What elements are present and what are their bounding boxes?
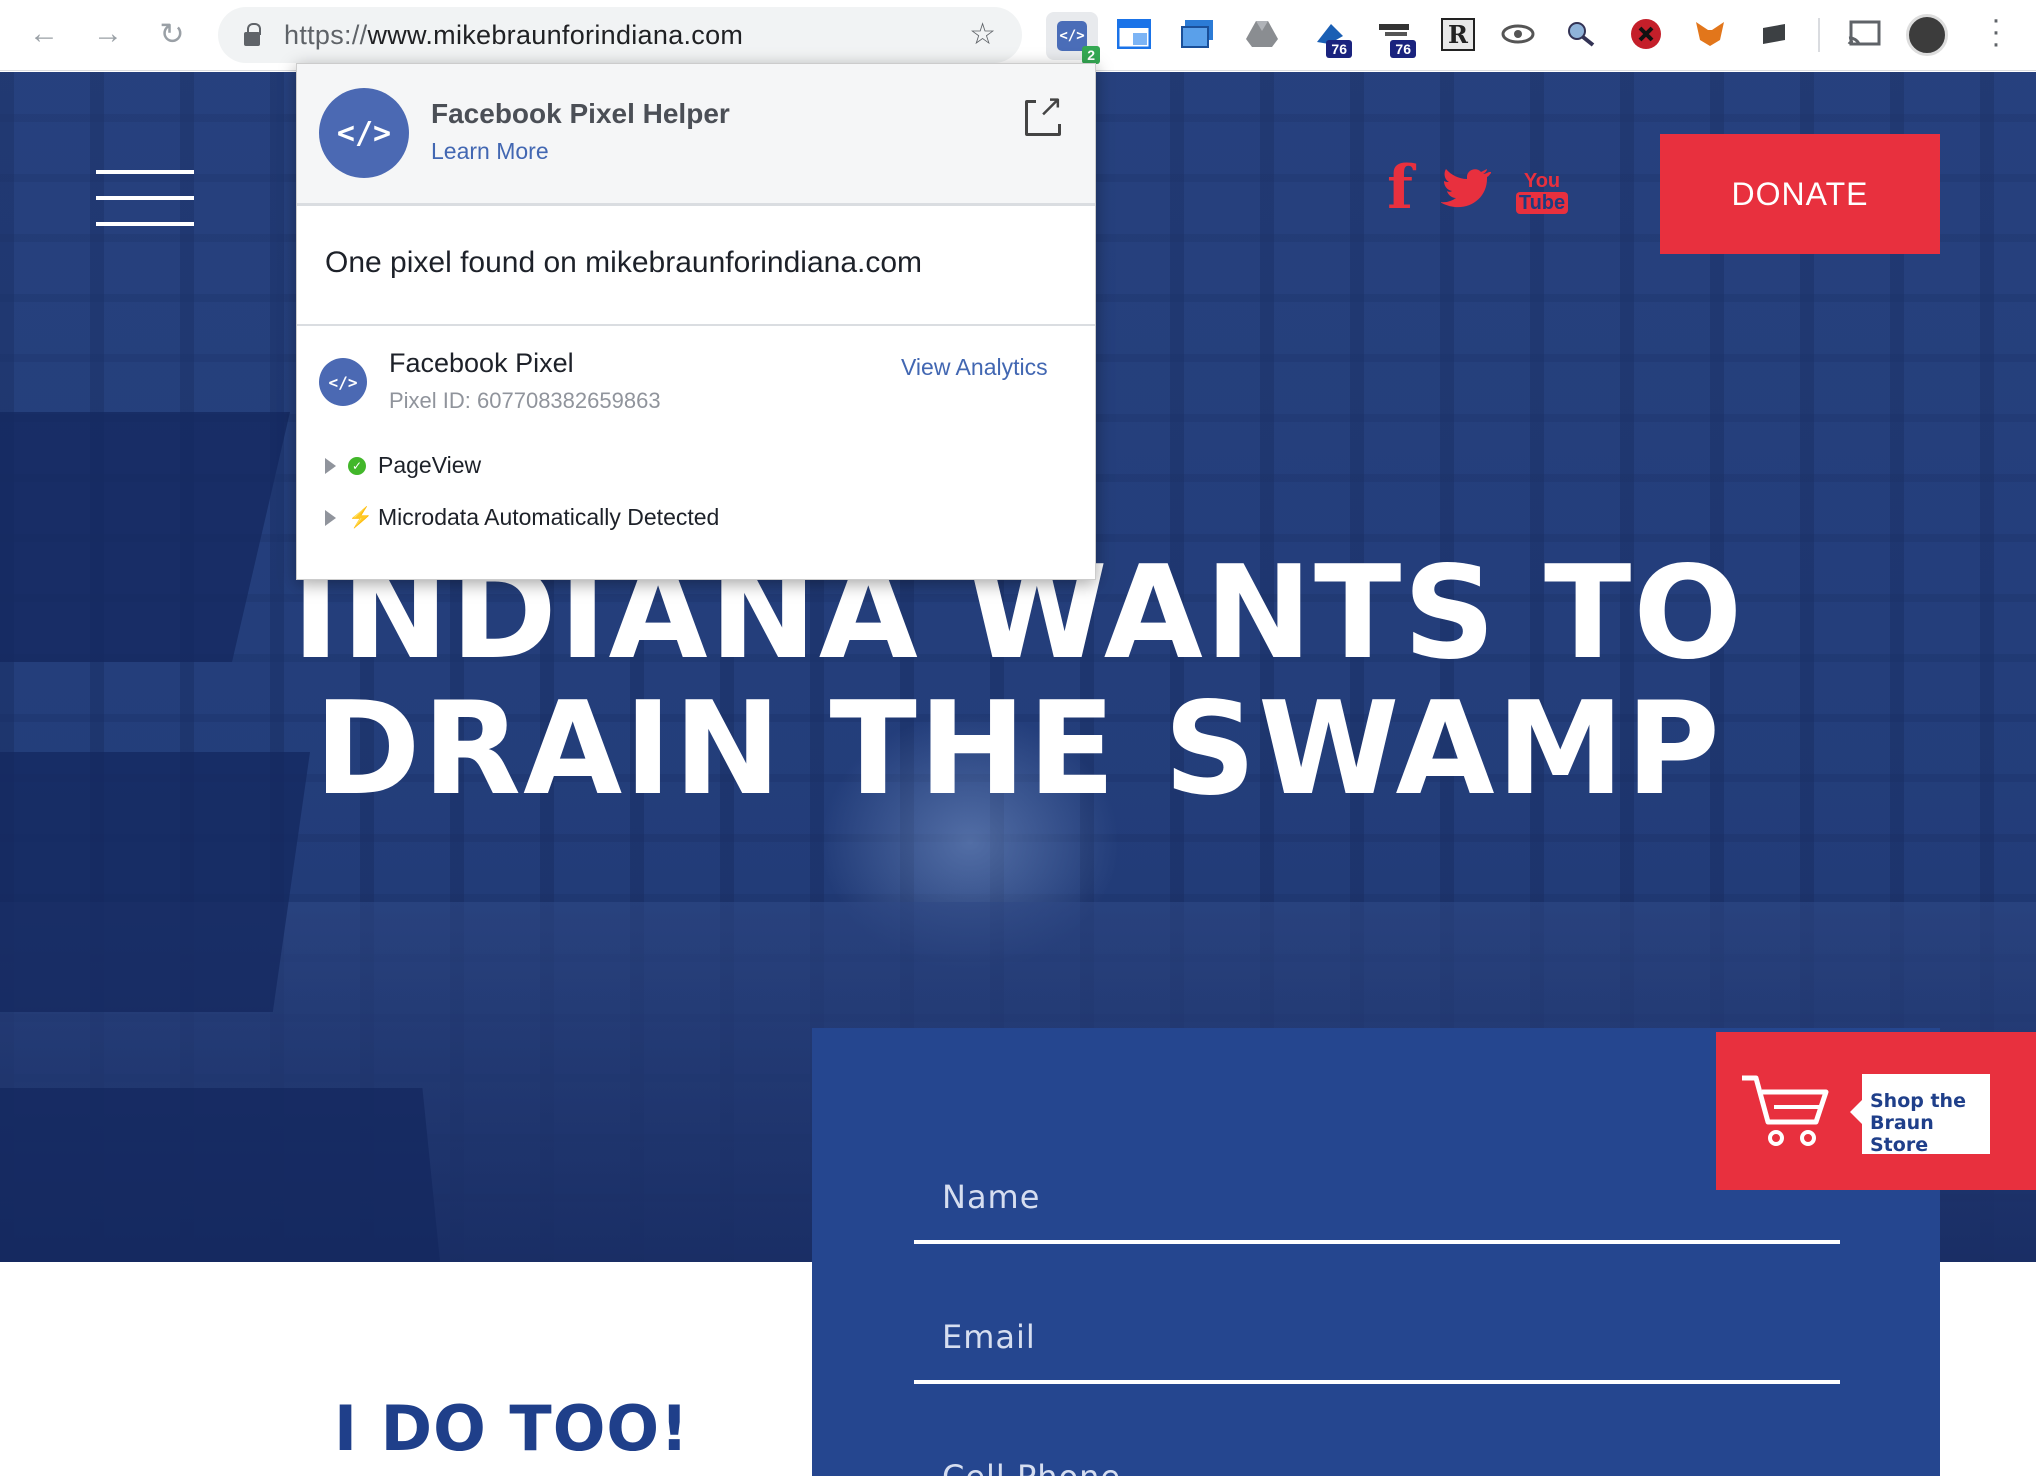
address-bar[interactable]: https://www.mikebraunforindiana.com ☆ (218, 7, 1022, 63)
hamburger-menu-icon[interactable] (96, 170, 194, 226)
extension-badge: 2 (1082, 46, 1100, 64)
twitter-icon[interactable] (1436, 158, 1496, 218)
subheading: I DO TOO! (334, 1392, 690, 1465)
event-pageview-row[interactable]: ✓ PageView (325, 452, 481, 479)
blocker-extension-icon[interactable] (1626, 14, 1666, 54)
lightning-bolt-icon: ⚡ (348, 507, 373, 529)
extension-icon-76b[interactable]: 76 (1374, 14, 1416, 58)
back-arrow-icon[interactable]: ← (22, 12, 66, 56)
extension-icon-76a[interactable]: 76 (1310, 14, 1352, 58)
lock-icon[interactable] (244, 23, 261, 46)
popup-divider (297, 324, 1095, 326)
external-link-icon[interactable] (1025, 89, 1066, 136)
extension-badge: 76 (1326, 40, 1352, 58)
forward-arrow-icon[interactable]: → (86, 12, 130, 56)
popup-header: </> Facebook Pixel Helper Learn More (297, 64, 1095, 206)
email-field[interactable]: Email (914, 1286, 1840, 1384)
pixels-found-text: One pixel found on mikebraunforindiana.c… (325, 246, 923, 279)
youtube-icon[interactable]: You Tube (1514, 160, 1570, 224)
event-label: PageView (378, 452, 482, 478)
window-extension-icon[interactable] (1114, 14, 1154, 54)
screenshot-extension-icon[interactable] (1178, 14, 1218, 54)
expand-triangle-icon[interactable] (325, 457, 336, 474)
facebook-icon[interactable]: f (1380, 153, 1420, 223)
pixel-helper-logo-icon: </> (319, 88, 409, 178)
view-analytics-link[interactable]: View Analytics (901, 354, 1048, 381)
event-label: Microdata Automatically Detected (378, 504, 720, 530)
facebook-pixel-helper-extension-icon[interactable]: </> 2 (1046, 12, 1100, 64)
donate-button[interactable]: DONATE (1660, 134, 1940, 254)
url-text[interactable]: https://www.mikebraunforindiana.com (284, 20, 743, 51)
browser-toolbar: ← → ↻ https://www.mikebraunforindiana.co… (0, 0, 2036, 71)
event-microdata-row[interactable]: ⚡ Microdata Automatically Detected (325, 504, 719, 531)
magnifier-extension-icon[interactable] (1562, 14, 1602, 54)
store-label: Shop the Braun Store (1850, 1074, 1990, 1156)
name-field[interactable]: Name (914, 1146, 1840, 1244)
slides-extension-icon[interactable] (1754, 14, 1794, 54)
pixel-name: Facebook Pixel (389, 348, 574, 378)
readability-extension-icon[interactable]: R (1438, 14, 1478, 54)
profile-avatar[interactable] (1906, 14, 1948, 56)
toolbar-separator (1818, 18, 1820, 52)
headline-line-2: DRAIN THE SWAMP (314, 675, 1722, 824)
pixel-helper-popup: </> Facebook Pixel Helper Learn More One… (296, 63, 1096, 580)
shopping-cart-icon (1742, 1075, 1829, 1146)
eye-extension-icon[interactable] (1498, 14, 1538, 54)
success-check-icon: ✓ (348, 456, 366, 475)
extension-badge: 76 (1390, 40, 1416, 58)
expand-triangle-icon[interactable] (325, 509, 336, 526)
facebook-pixel-logo-icon: </> (319, 358, 367, 406)
cast-icon[interactable] (1844, 14, 1884, 54)
decorative-shape (0, 1088, 440, 1262)
shop-store-button[interactable]: Shop the Braun Store (1716, 1032, 2036, 1190)
more-menu-icon[interactable]: · · · (1984, 5, 2008, 59)
google-drive-extension-icon[interactable] (1242, 14, 1282, 54)
metamask-extension-icon[interactable] (1690, 14, 1730, 54)
cell-phone-field[interactable]: Cell Phone (914, 1426, 1840, 1476)
popup-title: Facebook Pixel Helper (431, 98, 730, 129)
bookmark-star-icon[interactable]: ☆ (969, 17, 996, 52)
learn-more-link[interactable]: Learn More (431, 138, 549, 165)
reload-icon[interactable]: ↻ (150, 12, 194, 56)
pixel-id: Pixel ID: 607708382659863 (389, 388, 661, 413)
